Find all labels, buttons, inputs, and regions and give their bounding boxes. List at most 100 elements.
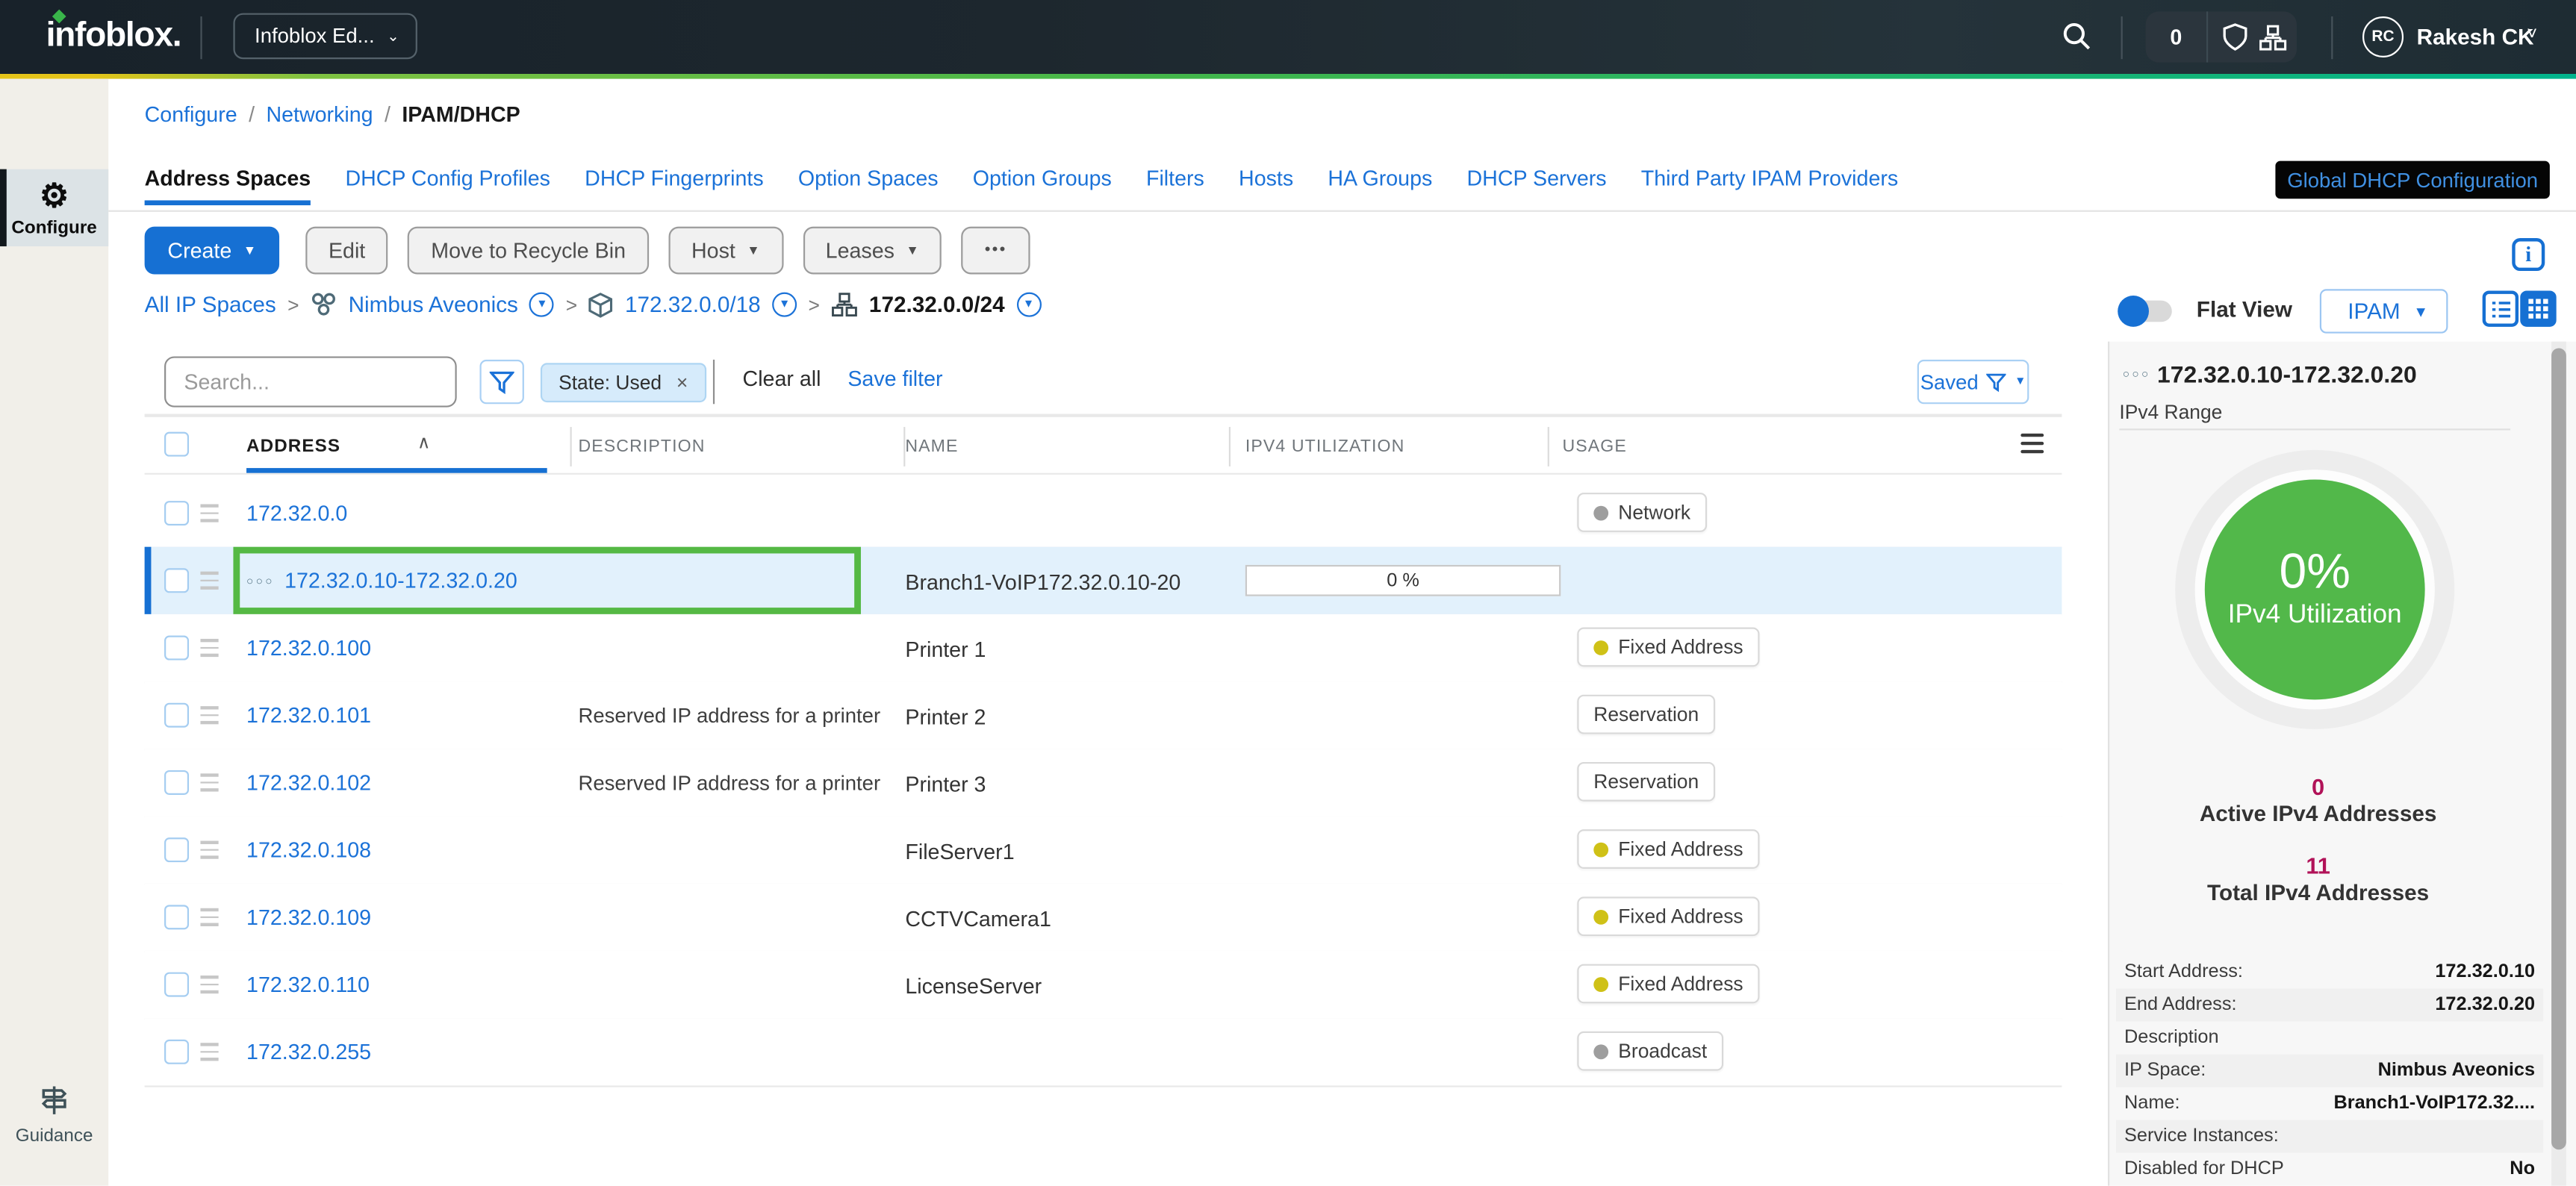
search-input[interactable]	[164, 356, 457, 407]
path-separator: >	[808, 293, 819, 316]
table-menu-icon[interactable]	[2020, 434, 2044, 453]
user-name[interactable]: Rakesh CK	[2417, 25, 2534, 49]
topbar-divider	[2331, 16, 2333, 59]
row-checkbox[interactable]	[164, 973, 189, 997]
tab-ha-groups[interactable]: HA Groups	[1328, 166, 1432, 205]
address-link[interactable]: 172.32.0.255	[246, 1040, 371, 1064]
breadcrumb-separator: /	[249, 102, 255, 126]
utilization-donut-chart: 0% IPv4 Utilization	[2175, 450, 2454, 729]
column-header-name[interactable]: NAME	[905, 437, 958, 456]
global-dhcp-configuration-button[interactable]: Global DHCP Configuration	[2275, 161, 2549, 199]
info-icon[interactable]: i	[2512, 238, 2545, 271]
row-checkbox[interactable]	[164, 703, 189, 728]
row-drag-handle-icon[interactable]	[200, 1043, 218, 1060]
list-view-button[interactable]	[2483, 290, 2519, 326]
row-drag-handle-icon[interactable]	[200, 504, 218, 521]
detail-row-ip-space: IP Space: Nimbus Aveonics	[2116, 1055, 2543, 1087]
column-header-description[interactable]: DESCRIPTION	[579, 437, 706, 456]
row-checkbox[interactable]	[164, 636, 189, 661]
row-checkbox[interactable]	[164, 905, 189, 929]
table-row[interactable]: 172.32.0.110 LicenseServer Fixed Address	[145, 951, 2062, 1020]
tab-dhcp-fingerprints[interactable]: DHCP Fingerprints	[585, 166, 764, 205]
address-link[interactable]: 172.32.0.110	[246, 973, 370, 997]
row-checkbox[interactable]	[164, 501, 189, 525]
row-checkbox[interactable]	[164, 1040, 189, 1064]
tab-option-spaces[interactable]: Option Spaces	[798, 166, 939, 205]
row-checkbox[interactable]	[164, 770, 189, 795]
grid-view-button[interactable]	[2520, 290, 2556, 326]
row-drag-handle-icon[interactable]	[200, 773, 218, 790]
save-filter-link[interactable]: Save filter	[847, 366, 942, 391]
ip-space-expand-icon[interactable]: ▼	[529, 293, 554, 317]
table-row-selected[interactable]: ○○○172.32.0.10-172.32.0.20 Branch1-VoIP1…	[145, 547, 2062, 616]
sort-asc-icon[interactable]: ∧	[417, 432, 431, 454]
table-row[interactable]: 172.32.0.100 Printer 1 Fixed Address	[145, 614, 2062, 683]
subnet-expand-icon[interactable]: ▼	[1016, 293, 1041, 317]
create-button[interactable]: Create ▼	[145, 227, 279, 275]
breadcrumb-configure[interactable]: Configure	[145, 102, 237, 126]
table-row[interactable]: 172.32.0.255 Broadcast	[145, 1018, 2062, 1087]
user-menu-chevron-icon[interactable]: ˅	[2527, 25, 2537, 44]
saved-filters-button[interactable]: Saved ▼	[1917, 360, 2029, 404]
tab-filters[interactable]: Filters	[1146, 166, 1204, 205]
detail-label: Description	[2124, 1028, 2219, 1047]
tab-dhcp-servers[interactable]: DHCP Servers	[1467, 166, 1607, 205]
row-drag-handle-icon[interactable]	[200, 639, 218, 656]
search-icon[interactable]	[2062, 22, 2091, 52]
tab-option-groups[interactable]: Option Groups	[973, 166, 1112, 205]
row-checkbox[interactable]	[164, 837, 189, 862]
more-actions-button[interactable]: •••	[962, 227, 1030, 275]
table-header-row: ADDRESS ∧ DESCRIPTION NAME IPV4 UTILIZAT…	[145, 419, 2062, 475]
view-mode-select[interactable]: IPAM ▼	[2320, 289, 2448, 333]
breadcrumb-networking[interactable]: Networking	[266, 102, 373, 126]
address-link[interactable]: 172.32.0.101	[246, 703, 371, 728]
tab-hosts[interactable]: Hosts	[1239, 166, 1293, 205]
chip-close-icon[interactable]: ×	[676, 371, 688, 394]
leases-button[interactable]: Leases ▼	[803, 227, 942, 275]
shield-icon[interactable]	[2223, 23, 2247, 51]
table-row[interactable]: 172.32.0.0 Network	[145, 479, 2062, 548]
column-header-usage[interactable]: USAGE	[1562, 437, 1626, 456]
ip-space-link[interactable]: Nimbus Aveonics	[349, 293, 518, 317]
tab-dhcp-config-profiles[interactable]: DHCP Config Profiles	[345, 166, 550, 205]
address-link[interactable]: 172.32.0.109	[246, 905, 371, 929]
table-row[interactable]: 172.32.0.101 Reserved IP address for a p…	[145, 681, 2062, 750]
clear-all-button[interactable]: Clear all	[743, 366, 821, 391]
app-selector-dropdown[interactable]: Infoblox Ed... ⌄	[233, 13, 417, 60]
sidebar-item-configure[interactable]: ⚙ Configure	[0, 169, 108, 246]
network-expand-icon[interactable]: ▼	[772, 293, 797, 317]
avatar[interactable]: RC	[2362, 16, 2404, 57]
address-link[interactable]: 172.32.0.0	[246, 501, 347, 525]
row-drag-handle-icon[interactable]	[200, 706, 218, 723]
sitemap-icon[interactable]	[2259, 24, 2286, 50]
filter-funnel-button[interactable]	[479, 360, 523, 404]
panel-scrollbar-thumb[interactable]	[2551, 348, 2566, 1149]
filter-chip-state-used[interactable]: State: Used ×	[541, 363, 706, 402]
notification-count[interactable]: 0	[2146, 25, 2206, 49]
edit-button[interactable]: Edit	[305, 227, 388, 275]
all-ip-spaces-link[interactable]: All IP Spaces	[145, 293, 276, 317]
address-link[interactable]: 172.32.0.102	[246, 770, 371, 795]
tab-third-party-ipam-providers[interactable]: Third Party IPAM Providers	[1641, 166, 1898, 205]
host-button[interactable]: Host ▼	[668, 227, 783, 275]
address-link[interactable]: 172.32.0.100	[246, 636, 371, 661]
row-drag-handle-icon[interactable]	[200, 572, 218, 589]
row-drag-handle-icon[interactable]	[200, 908, 218, 926]
row-drag-handle-icon[interactable]	[200, 841, 218, 858]
move-to-recycle-bin-button[interactable]: Move to Recycle Bin	[408, 227, 648, 275]
table-row[interactable]: 172.32.0.109 CCTVCamera1 Fixed Address	[145, 884, 2062, 952]
flat-view-toggle-knob[interactable]	[2118, 296, 2149, 327]
sidebar-item-guidance[interactable]: Guidance	[0, 1084, 108, 1146]
network-link[interactable]: 172.32.0.0/18	[625, 293, 761, 317]
address-link[interactable]: 172.32.0.108	[246, 837, 371, 862]
detail-label: Start Address:	[2124, 962, 2243, 981]
column-header-utilization[interactable]: IPV4 UTILIZATION	[1245, 437, 1405, 456]
select-all-checkbox[interactable]	[164, 432, 189, 457]
table-row[interactable]: 172.32.0.108 FileServer1 Fixed Address	[145, 817, 2062, 885]
row-drag-handle-icon[interactable]	[200, 976, 218, 993]
column-header-address[interactable]: ADDRESS	[246, 437, 340, 456]
name-cell: Printer 3	[905, 772, 986, 796]
tab-address-spaces[interactable]: Address Spaces	[145, 166, 311, 205]
row-checkbox[interactable]	[164, 568, 189, 593]
table-row[interactable]: 172.32.0.102 Reserved IP address for a p…	[145, 749, 2062, 817]
